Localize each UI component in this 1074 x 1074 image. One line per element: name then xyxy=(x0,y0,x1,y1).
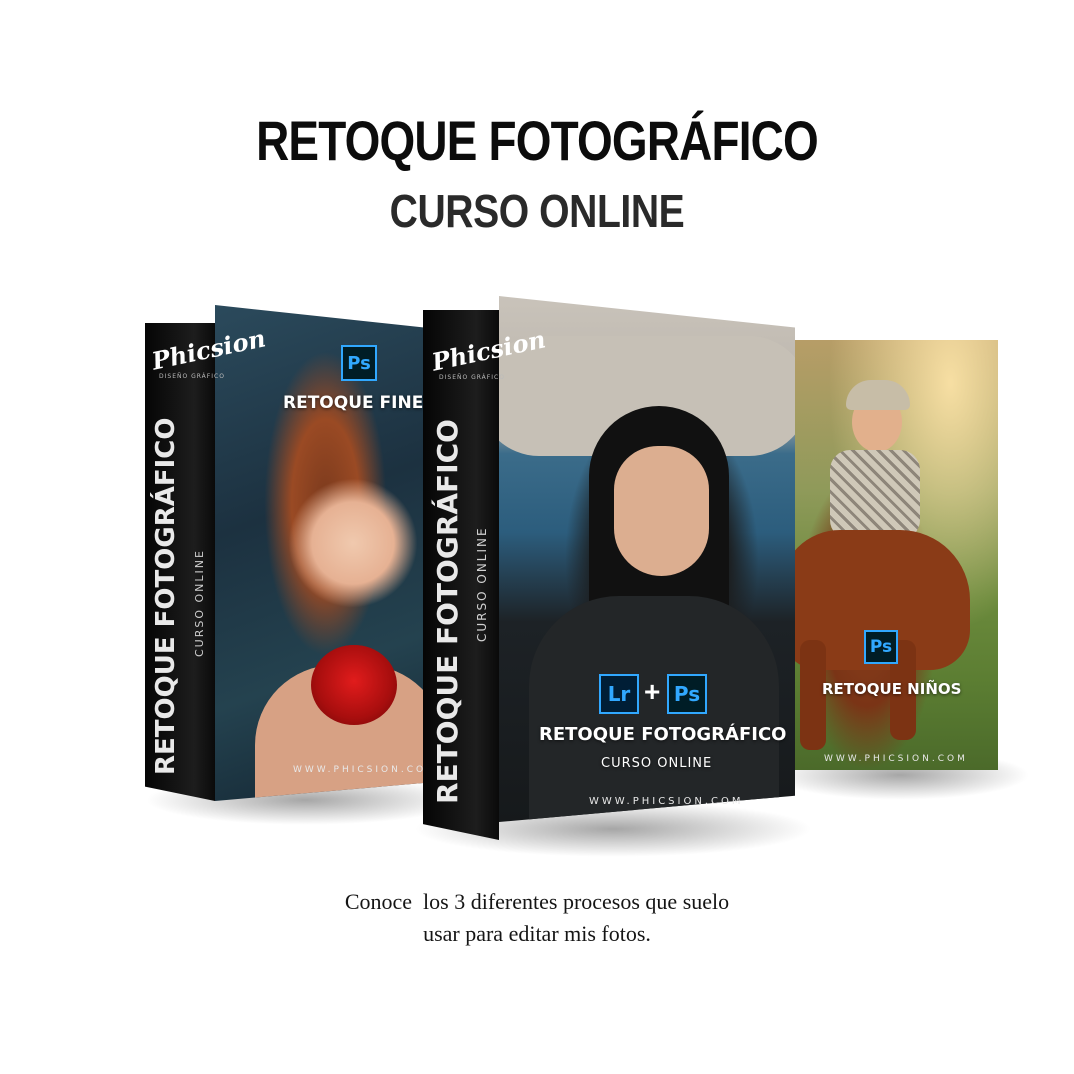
lightroom-icon: Lr xyxy=(599,674,639,714)
photoshop-icon: Ps xyxy=(341,345,377,381)
box-url: WWW.PHICSION.COM xyxy=(293,765,437,775)
sweater-shape xyxy=(529,596,779,822)
box-title: RETOQUE FINE A xyxy=(283,393,443,413)
spine-title: RETOQUE FOTOGRÁFICO xyxy=(151,417,181,775)
product-box-fine-art[interactable]: Phicsion DISEÑO GRÁFICO RETOQUE FOTOGRÁF… xyxy=(145,305,465,825)
cap-shape xyxy=(846,380,910,410)
brand-tagline: DISEÑO GRÁFICO xyxy=(439,374,505,381)
plus-sign: + xyxy=(644,676,661,707)
photoshop-icon: Ps xyxy=(667,674,707,714)
caption-line-1: Conoce los 3 diferentes procesos que sue… xyxy=(344,889,730,914)
box-title: RETOQUE FOTOGRÁFICO xyxy=(539,724,787,745)
spine-subtitle: CURSO ONLINE xyxy=(475,526,489,642)
face-shape xyxy=(614,446,709,576)
product-box-main[interactable]: Phicsion DISEÑO GRÁFICO RETOQUE FOTOGRÁF… xyxy=(413,296,813,857)
box-url: WWW.PHICSION.COM xyxy=(824,754,968,764)
box-url: WWW.PHICSION.COM xyxy=(589,796,744,807)
shirt-shape xyxy=(830,450,920,540)
box-cover-image xyxy=(215,305,445,801)
photoshop-icon: Ps xyxy=(864,630,898,664)
rose-shape xyxy=(311,645,397,725)
brand-tagline: DISEÑO GRÁFICO xyxy=(159,373,225,380)
spine-title: RETOQUE FOTOGRÁFICO xyxy=(431,419,464,804)
spine-subtitle: CURSO ONLINE xyxy=(193,549,206,657)
box-title: RETOQUE NIÑOS xyxy=(822,680,962,698)
page-subtitle: CURSO ONLINE xyxy=(389,185,685,237)
caption-line-2: usar para editar mis fotos. xyxy=(423,921,651,946)
page-title: RETOQUE FOTOGRÁFICO xyxy=(256,109,819,172)
caption: Conoce los 3 diferentes procesos que sue… xyxy=(0,886,1074,950)
box-subtitle: CURSO ONLINE xyxy=(601,756,713,771)
